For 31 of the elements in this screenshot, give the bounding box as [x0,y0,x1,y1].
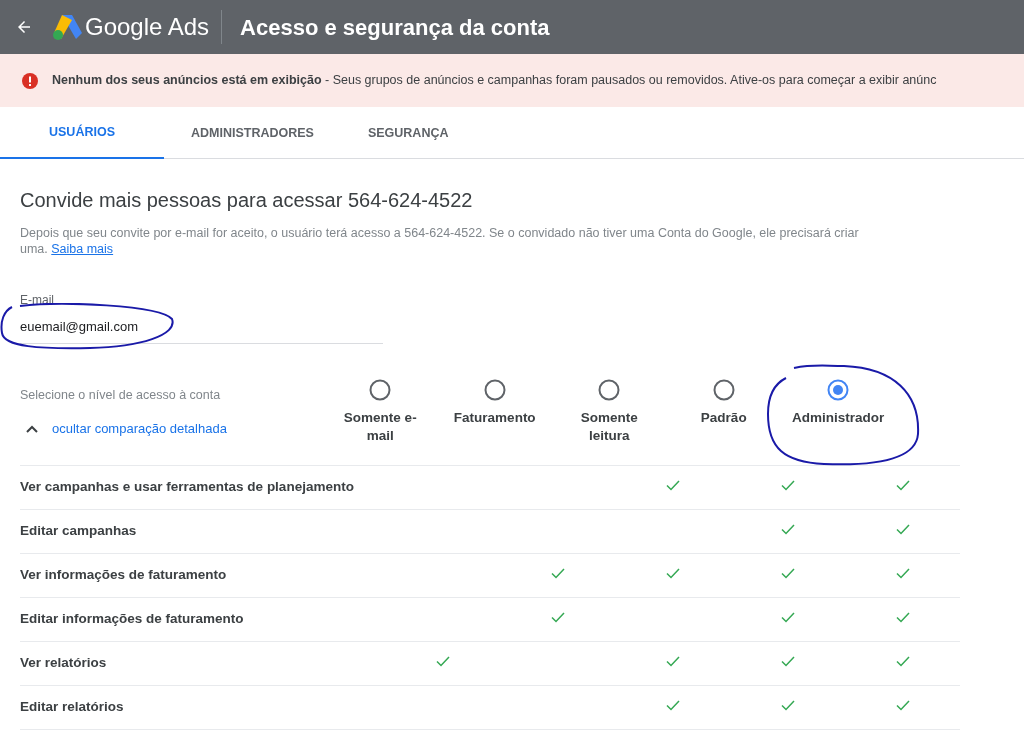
permission-label: Ver informações de faturamento [20,565,228,584]
page-title: Acesso e segurança da conta [240,13,550,42]
radio-button[interactable] [827,378,850,401]
radio-button[interactable] [483,378,506,401]
access-prompt: Selecione o nível de acesso à conta [20,386,222,404]
permission-label: Editar relatórios [20,697,125,716]
description: Depois que seu convite por e-mail for aceito, o usuário terá acesso a 564-624-4522. Se o convidado não tiver uma Conta do Google, ele precisará criar uma. Saiba mais [20,225,860,257]
product-name: Google Ads [85,12,211,42]
section-title: Convide mais pessoas para acessar 564-624-4522 [20,188,474,213]
access-level-label: Somente e-mail [342,408,418,445]
access-level-label: Faturamento [452,408,537,427]
access-level-label: Administrador [791,408,886,427]
permission-label: Ver campanhas e usar ferramentas de planejamento [20,477,355,496]
chevron-up-icon[interactable] [26,425,38,433]
alert-message: Nenhum dos seus anúncios está em exibição - Seus grupos de anúncios e campanhas foram pausados ou removidos. Ative-os para começar a exibir anúnc [52,72,937,90]
permission-label: Editar campanhas [20,521,138,540]
hide-comparison-link[interactable]: ocultar comparação detalhada [52,419,227,439]
access-level-label: Somente leitura [579,408,639,445]
permission-label: Ver relatórios [20,653,108,672]
tab[interactable]: USUÁRIOS [0,107,164,159]
email-field[interactable]: E-mail euemail@gmail.com [20,291,383,344]
radio-button[interactable] [598,378,621,401]
radio-button[interactable] [712,378,735,401]
radio-button[interactable] [369,378,392,401]
logo-icon [51,13,83,41]
permission-label: Editar informações de faturamento [20,609,245,628]
error-icon [22,72,38,89]
tab[interactable]: SEGURANÇA [340,107,476,159]
access-level-label: Padrão [699,408,748,427]
tab[interactable]: ADMINISTRADORES [164,107,341,159]
learn-more-link[interactable]: Saiba mais [51,242,114,256]
